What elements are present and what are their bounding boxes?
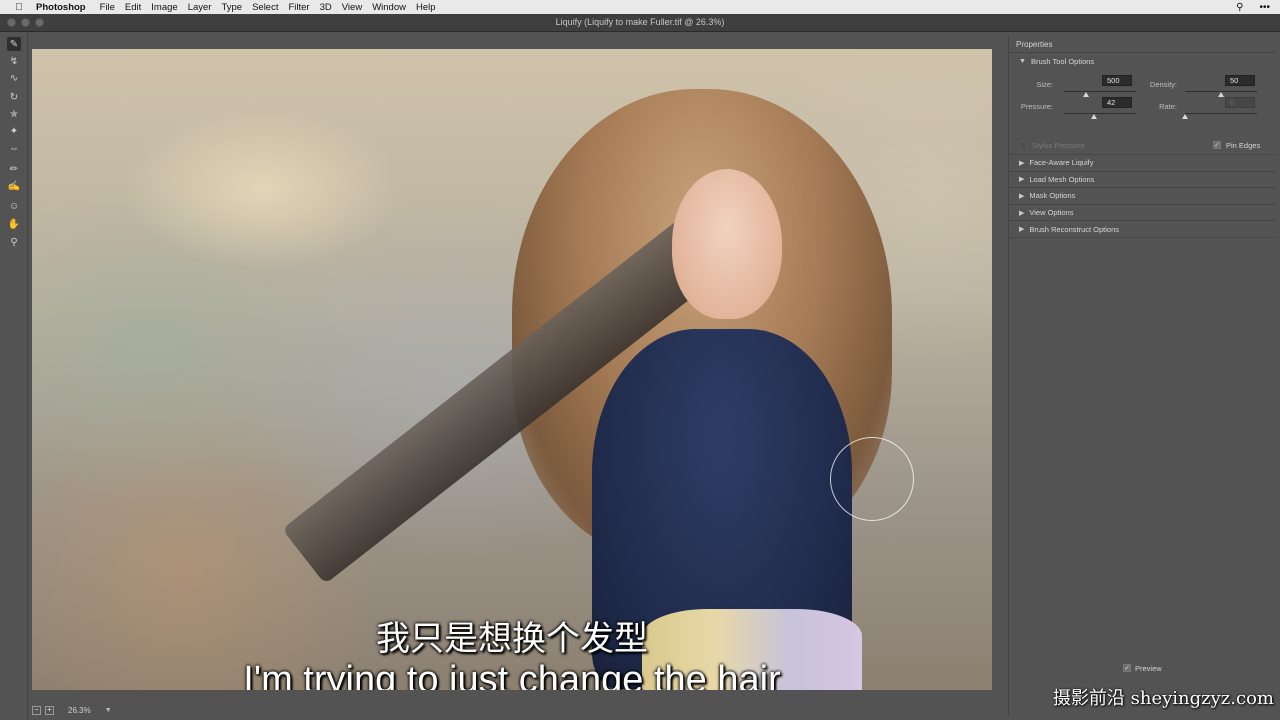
zoom-in-button[interactable]: + (45, 705, 54, 715)
preview-label: Preview (1135, 664, 1162, 673)
collapsed-triangle-icon: ▶ (1019, 192, 1025, 200)
view-options-section[interactable]: ▶ View Options (1009, 205, 1276, 222)
hand-tool-icon[interactable]: ✋ (7, 217, 21, 231)
menu-3d[interactable]: 3D (320, 2, 332, 13)
menu-type[interactable]: Type (221, 2, 242, 13)
brush-reconstruct-options-section[interactable]: ▶ Brush Reconstruct Options (1009, 221, 1276, 238)
menu-select[interactable]: Select (252, 2, 278, 13)
menu-layer[interactable]: Layer (188, 2, 212, 13)
push-left-tool-icon[interactable]: ⇔ (7, 141, 21, 155)
menu-image[interactable]: Image (151, 2, 177, 13)
brush-tool-options-label: Brush Tool Options (1030, 56, 1095, 66)
bloat-tool-icon[interactable]: ✦ (7, 124, 21, 138)
zoom-out-button[interactable]: − (32, 705, 41, 715)
section-label: Mask Options (1029, 191, 1076, 201)
search-icon[interactable]: ⚲ (1236, 2, 1243, 13)
face-tool-icon[interactable]: ☺ (7, 199, 21, 213)
stylus-pressure-checkbox (1019, 141, 1027, 149)
rate-slider-thumb (1182, 114, 1188, 119)
window-title-bar: Liquify (Liquify to make Fuller.tif @ 26… (0, 14, 1280, 32)
status-bar: − + 26.3% ▼ (28, 700, 1006, 720)
size-field[interactable]: 500 (1102, 75, 1132, 86)
rate-label: Rate: (1159, 102, 1177, 111)
section-label: Brush Reconstruct Options (1029, 224, 1120, 234)
window-title: Liquify (Liquify to make Fuller.tif @ 26… (555, 17, 725, 27)
pin-edges-checkbox[interactable]: ✓ (1213, 141, 1221, 149)
size-label: Size: (1036, 80, 1053, 89)
density-field[interactable]: 50 (1225, 75, 1255, 86)
more-icon[interactable]: ••• (1259, 2, 1270, 13)
face-region (672, 169, 782, 319)
menu-window[interactable]: Window (372, 2, 406, 13)
menu-help[interactable]: Help (416, 2, 436, 13)
collapsed-triangle-icon: ▶ (1019, 176, 1025, 184)
app-menu[interactable]: Photoshop (36, 2, 86, 13)
smooth-tool-icon[interactable]: ∿ (7, 71, 21, 85)
zoom-level[interactable]: 26.3% (68, 706, 91, 715)
load-mesh-options-section[interactable]: ▶ Load Mesh Options (1009, 172, 1276, 189)
collapsed-triangle-icon: ▶ (1019, 226, 1025, 234)
pressure-slider[interactable] (1064, 113, 1136, 114)
pressure-slider-thumb[interactable] (1091, 114, 1098, 119)
collapsed-triangle-icon: ▶ (1019, 159, 1025, 167)
pressure-field[interactable]: 42 (1102, 97, 1132, 108)
menu-edit[interactable]: Edit (125, 2, 141, 13)
watermark: 摄影前沿 sheyingzyz.com (1052, 688, 1274, 709)
stylus-pressure-label: Stylus Pressure (1032, 141, 1085, 150)
density-label: Density: (1149, 80, 1177, 89)
properties-panel: Properties ▼ Brush Tool Options Size: 50… (1008, 36, 1276, 716)
zoom-tool-icon[interactable]: ⚲ (7, 235, 21, 249)
section-label: View Options (1029, 208, 1074, 218)
menu-file[interactable]: File (100, 2, 115, 13)
zoom-dropdown-icon[interactable]: ▼ (105, 707, 112, 714)
mask-options-section[interactable]: ▶ Mask Options (1009, 188, 1276, 205)
subtitle-english: I'm trying to just change the hair (243, 659, 781, 690)
reconstruct-tool-icon[interactable]: ↯ (7, 54, 21, 68)
size-slider[interactable] (1064, 91, 1136, 92)
preview-image[interactable]: 我只是想换个发型 I'm trying to just change the h… (32, 49, 992, 690)
section-label: Face-Aware Liquify (1029, 158, 1094, 168)
apple-menu-icon[interactable]:  (12, 2, 26, 13)
size-slider-thumb[interactable] (1082, 92, 1089, 97)
properties-title: Properties (1009, 36, 1276, 53)
menu-bar:  Photoshop File Edit Image Layer Type S… (0, 0, 1280, 14)
brush-tool-options-section: ▼ Brush Tool Options Size: 500 Density: … (1009, 53, 1276, 155)
pucker-tool-icon[interactable]: ✯ (7, 107, 21, 121)
density-slider-thumb[interactable] (1218, 92, 1224, 97)
rate-slider (1185, 113, 1257, 114)
pressure-label: Pressure: (1020, 102, 1053, 111)
brush-tool-options-header[interactable]: ▼ Brush Tool Options (1009, 53, 1276, 70)
menu-view[interactable]: View (342, 2, 362, 13)
twirl-clockwise-tool-icon[interactable]: ↻ (7, 90, 21, 104)
rate-field: 0 (1225, 97, 1255, 108)
forward-warp-tool-icon[interactable]: ✎ (7, 37, 21, 51)
brush-cursor (830, 437, 914, 521)
pin-edges-label: Pin Edges (1226, 141, 1261, 150)
thaw-mask-tool-icon[interactable]: ✍ (7, 179, 21, 193)
freeze-mask-tool-icon[interactable]: ✏ (7, 162, 21, 176)
collapsed-triangle-icon: ▶ (1019, 209, 1025, 217)
liquify-toolbar: ✎ ↯ ∿ ↻ ✯ ✦ ⇔ ✏ ✍ ☺ ✋ ⚲ (0, 32, 28, 720)
expanded-triangle-icon: ▼ (1019, 57, 1026, 65)
menu-filter[interactable]: Filter (288, 2, 309, 13)
face-aware-liquify-section[interactable]: ▶ Face-Aware Liquify (1009, 155, 1276, 172)
section-label: Load Mesh Options (1029, 174, 1095, 184)
preview-checkbox[interactable]: ✓ (1123, 664, 1131, 672)
subtitle-chinese: 我只是想换个发型 (376, 620, 648, 658)
canvas-area[interactable]: 我只是想换个发型 I'm trying to just change the h… (28, 32, 1006, 700)
